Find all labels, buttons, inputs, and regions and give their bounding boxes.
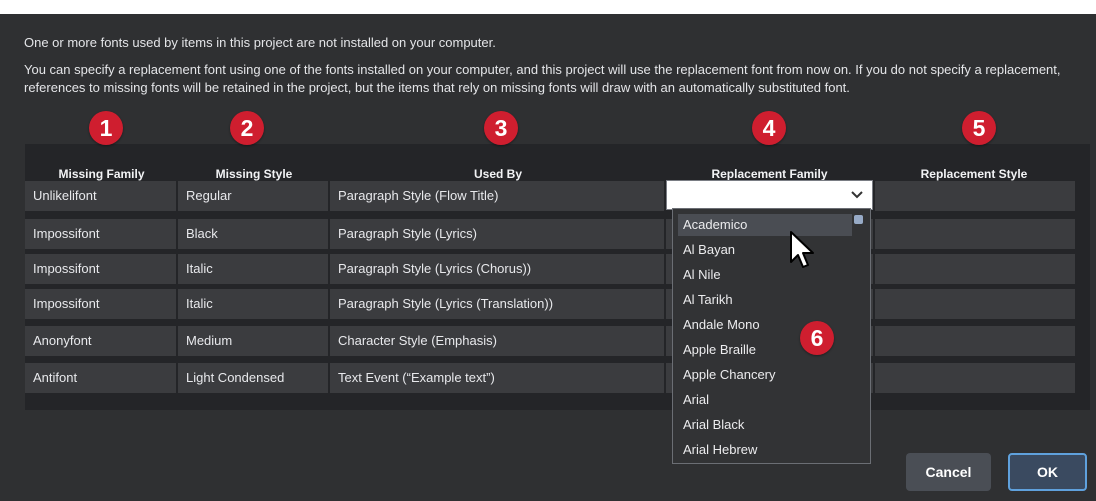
callout-badge-4: 4	[752, 111, 786, 145]
used-by-cell: Paragraph Style (Lyrics)	[330, 219, 664, 249]
used-by-cell: Paragraph Style (Flow Title)	[330, 181, 664, 211]
dropdown-option[interactable]: Arial	[678, 389, 852, 411]
scrollbar-thumb[interactable]	[854, 215, 863, 224]
dropdown-scrollbar[interactable]	[854, 211, 867, 461]
used-by-cell: Paragraph Style (Lyrics (Translation))	[330, 289, 664, 319]
callout-badge-5: 5	[962, 111, 996, 145]
replacement-style-cell[interactable]	[875, 363, 1075, 393]
cancel-button[interactable]: Cancel	[906, 453, 991, 491]
dropdown-option[interactable]: Arial Black	[678, 414, 852, 436]
missing-family-cell: Unlikelifont	[25, 181, 176, 211]
missing-family-cell: Impossifont	[25, 254, 176, 284]
replacement-style-cell[interactable]	[875, 326, 1075, 356]
dropdown-option[interactable]: Al Tarikh	[678, 289, 852, 311]
missing-style-cell: Italic	[178, 254, 328, 284]
ok-button[interactable]: OK	[1008, 453, 1087, 491]
callout-badge-3: 3	[484, 111, 518, 145]
missing-style-cell: Italic	[178, 289, 328, 319]
dropdown-option[interactable]: Arial Hebrew	[678, 439, 852, 461]
dropdown-option[interactable]: Academico	[678, 214, 852, 236]
callout-badge-6: 6	[800, 321, 834, 355]
missing-fonts-dialog: One or more fonts used by items in this …	[0, 14, 1096, 501]
instruction-message: You can specify a replacement font using…	[24, 62, 1061, 95]
font-dropdown-list[interactable]: Academico Al Bayan Al Nile Al Tarikh And…	[672, 208, 871, 464]
missing-family-cell: Impossifont	[25, 219, 176, 249]
replacement-style-cell[interactable]	[875, 254, 1075, 284]
callout-badge-1: 1	[89, 111, 123, 145]
dropdown-option[interactable]: Al Nile	[678, 264, 852, 286]
replacement-style-cell[interactable]	[875, 289, 1075, 319]
cursor-icon	[790, 231, 814, 268]
missing-style-cell: Medium	[178, 326, 328, 356]
missing-family-cell: Anonyfont	[25, 326, 176, 356]
dropdown-option[interactable]: Apple Chancery	[678, 364, 852, 386]
callout-badge-2: 2	[230, 111, 264, 145]
replacement-family-select[interactable]	[666, 180, 873, 210]
missing-style-cell: Black	[178, 219, 328, 249]
chevron-down-icon[interactable]	[842, 181, 872, 209]
used-by-cell: Paragraph Style (Lyrics (Chorus))	[330, 254, 664, 284]
dropdown-option[interactable]: Al Bayan	[678, 239, 852, 261]
missing-family-cell: Antifont	[25, 363, 176, 393]
replacement-style-cell[interactable]	[875, 219, 1075, 249]
missing-style-cell: Regular	[178, 181, 328, 211]
used-by-cell: Text Event (“Example text”)	[330, 363, 664, 393]
info-message: One or more fonts used by items in this …	[24, 35, 496, 50]
missing-family-cell: Impossifont	[25, 289, 176, 319]
replacement-style-cell[interactable]	[875, 181, 1075, 211]
used-by-cell: Character Style (Emphasis)	[330, 326, 664, 356]
missing-style-cell: Light Condensed	[178, 363, 328, 393]
